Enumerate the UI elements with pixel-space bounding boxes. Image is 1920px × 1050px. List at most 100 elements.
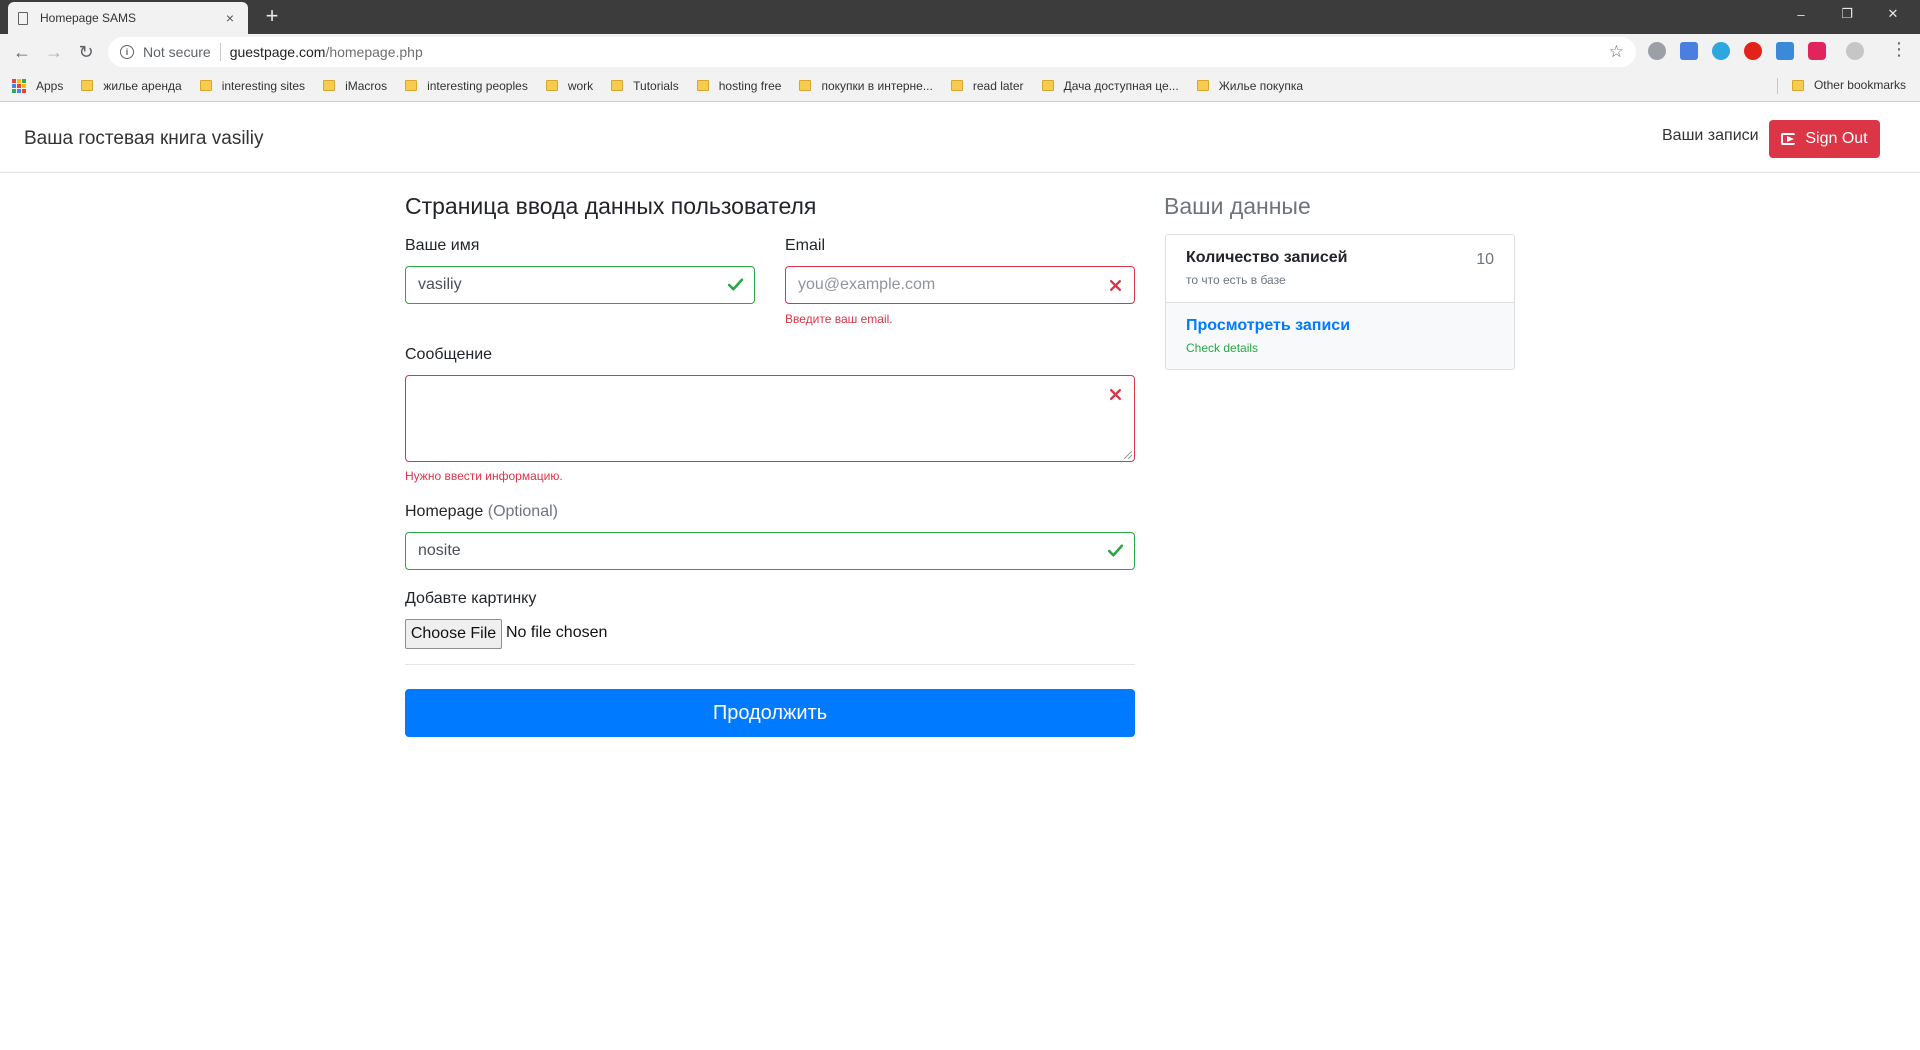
bookmark-folder[interactable]: interesting peoples xyxy=(405,79,528,93)
continue-button[interactable]: Продолжить xyxy=(405,689,1135,737)
minimize-button[interactable]: – xyxy=(1778,0,1824,28)
divider xyxy=(405,664,1135,665)
view-records-link[interactable]: Просмотреть записи xyxy=(1186,317,1350,335)
name-label: Ваше имя xyxy=(405,237,480,254)
video-extension-icon[interactable] xyxy=(1808,42,1826,60)
browser-menu-icon[interactable]: ⋮ xyxy=(1890,40,1908,58)
notes-extension-icon[interactable] xyxy=(1776,42,1794,60)
browser-tab[interactable]: Homepage SAMS × xyxy=(8,2,248,34)
data-card: Количество записей то что есть в базе 10… xyxy=(1165,234,1515,370)
email-label: Email xyxy=(785,237,826,254)
url-path: /homepage.php xyxy=(325,44,423,60)
forward-button[interactable]: → xyxy=(38,36,70,68)
bookmark-folder[interactable]: hosting free xyxy=(696,79,781,93)
other-bookmarks-label: Other bookmarks xyxy=(1813,78,1906,92)
translate-extension-icon[interactable] xyxy=(1680,42,1698,60)
bookmark-label: жилье аренда xyxy=(103,78,182,93)
bookmark-folder[interactable]: iMacros xyxy=(323,79,387,93)
tab-title: Homepage SAMS xyxy=(40,11,137,25)
bookmark-folder[interactable]: Жилье покупка xyxy=(1196,79,1303,93)
maximize-button[interactable]: ❐ xyxy=(1824,0,1870,28)
folder-icon xyxy=(405,80,418,91)
bookmark-label: iMacros xyxy=(345,78,388,93)
bookmark-folder[interactable]: Дача доступная це... xyxy=(1041,78,1179,93)
records-count-title: Количество записей xyxy=(1186,249,1348,266)
address-divider xyxy=(219,43,221,61)
new-tab-button[interactable]: + xyxy=(260,5,284,29)
bookmark-label: Tutorials xyxy=(633,78,679,93)
folder-icon xyxy=(799,80,812,91)
address-bar[interactable]: i Not secure guestpage.com /homepage.php… xyxy=(108,37,1636,67)
other-bookmarks[interactable]: Other bookmarks xyxy=(1791,78,1906,92)
file-status: No file chosen xyxy=(506,624,608,641)
bookmark-label: Apps xyxy=(36,78,64,93)
back-button[interactable]: ← xyxy=(6,36,38,68)
reload-button[interactable]: ↻ xyxy=(70,36,102,68)
bookmark-label: read later xyxy=(972,78,1024,93)
globe-extension-icon[interactable] xyxy=(1648,42,1666,60)
homepage-input[interactable]: nosite xyxy=(405,532,1135,570)
telegram-extension-icon[interactable] xyxy=(1712,42,1730,60)
window-close-button[interactable]: ✕ xyxy=(1870,0,1916,28)
bookmark-apps[interactable]: Apps xyxy=(12,78,64,93)
optional-hint: (Optional) xyxy=(487,503,558,520)
bookmarks-divider xyxy=(1777,78,1778,94)
bookmark-folder[interactable]: Tutorials xyxy=(611,79,679,93)
message-label: Сообщение xyxy=(405,346,493,363)
sidebar-title: Ваши данные xyxy=(1164,193,1311,219)
bookmark-folder[interactable]: покупки в интерне... xyxy=(799,78,933,93)
bookmark-label: interesting peoples xyxy=(427,78,528,93)
bookmark-label: interesting sites xyxy=(221,78,306,93)
folder-icon xyxy=(611,80,624,91)
message-textarea[interactable] xyxy=(405,375,1135,462)
valid-check-icon xyxy=(1107,544,1124,557)
bookmark-label: покупки в интерне... xyxy=(821,78,933,93)
page-icon xyxy=(18,11,28,25)
bookmark-folder[interactable]: interesting sites xyxy=(199,78,306,93)
choose-file-button[interactable]: Choose File xyxy=(405,619,502,649)
records-link[interactable]: Ваши записи xyxy=(1662,127,1759,145)
info-icon[interactable]: i xyxy=(120,45,134,59)
bookmark-folder[interactable]: work xyxy=(545,79,593,93)
homepage-label-text: Homepage xyxy=(405,503,484,520)
sign-out-button[interactable]: Sign Out xyxy=(1769,120,1880,158)
extension-icons xyxy=(1648,42,1878,60)
records-count-item: Количество записей то что есть в базе 10 xyxy=(1166,235,1514,303)
app-navbar: Ваша гостевая книга vasiliy Ваши записи … xyxy=(0,103,1920,173)
bookmark-star-icon[interactable]: ☆ xyxy=(1609,42,1624,62)
navbar-brand[interactable]: Ваша гостевая книга vasiliy xyxy=(24,128,264,150)
tab-close-icon[interactable]: × xyxy=(222,10,238,26)
view-records-item[interactable]: Просмотреть записи Check details xyxy=(1166,303,1514,369)
valid-check-icon xyxy=(727,278,744,291)
form-title: Страница ввода данных пользователя xyxy=(405,193,817,219)
profile-avatar-icon[interactable] xyxy=(1846,42,1864,60)
name-input[interactable]: vasiliy xyxy=(405,266,755,304)
bookmark-label: Дача доступная це... xyxy=(1063,78,1179,93)
bookmark-folder[interactable]: жилье аренда xyxy=(81,78,182,93)
opera-vpn-extension-icon[interactable] xyxy=(1744,42,1762,60)
apps-grid-icon xyxy=(12,78,26,93)
view-records-subtitle: Check details xyxy=(1186,341,1259,355)
email-input[interactable]: you@example.com xyxy=(785,266,1135,304)
folder-icon xyxy=(323,80,336,91)
invalid-x-icon xyxy=(1109,388,1122,401)
invalid-x-icon xyxy=(1109,279,1122,292)
folder-icon xyxy=(1041,80,1054,91)
email-placeholder: you@example.com xyxy=(798,276,936,293)
folder-icon xyxy=(199,80,212,91)
records-count-subtitle: то что есть в базе xyxy=(1186,273,1286,287)
resize-grip-icon[interactable] xyxy=(1124,451,1132,459)
message-error: Нужно ввести информацию. xyxy=(405,469,563,483)
browser-tabstrip: Homepage SAMS × + – ❐ ✕ xyxy=(0,0,1920,34)
folder-icon xyxy=(81,80,94,91)
email-error: Введите ваш email. xyxy=(785,312,893,326)
homepage-label: Homepage (Optional) xyxy=(405,503,558,521)
folder-icon xyxy=(545,80,558,91)
browser-toolbar: ← → ↻ i Not secure guestpage.com /homepa… xyxy=(0,34,1920,70)
folder-icon xyxy=(1791,79,1804,91)
bookmark-folder[interactable]: read later xyxy=(950,78,1024,93)
bookmarks-bar: Apps жилье аренда interesting sites iMac… xyxy=(0,70,1920,102)
security-label: Not secure xyxy=(143,44,211,60)
homepage-value: nosite xyxy=(418,542,461,559)
folder-icon xyxy=(950,80,963,91)
